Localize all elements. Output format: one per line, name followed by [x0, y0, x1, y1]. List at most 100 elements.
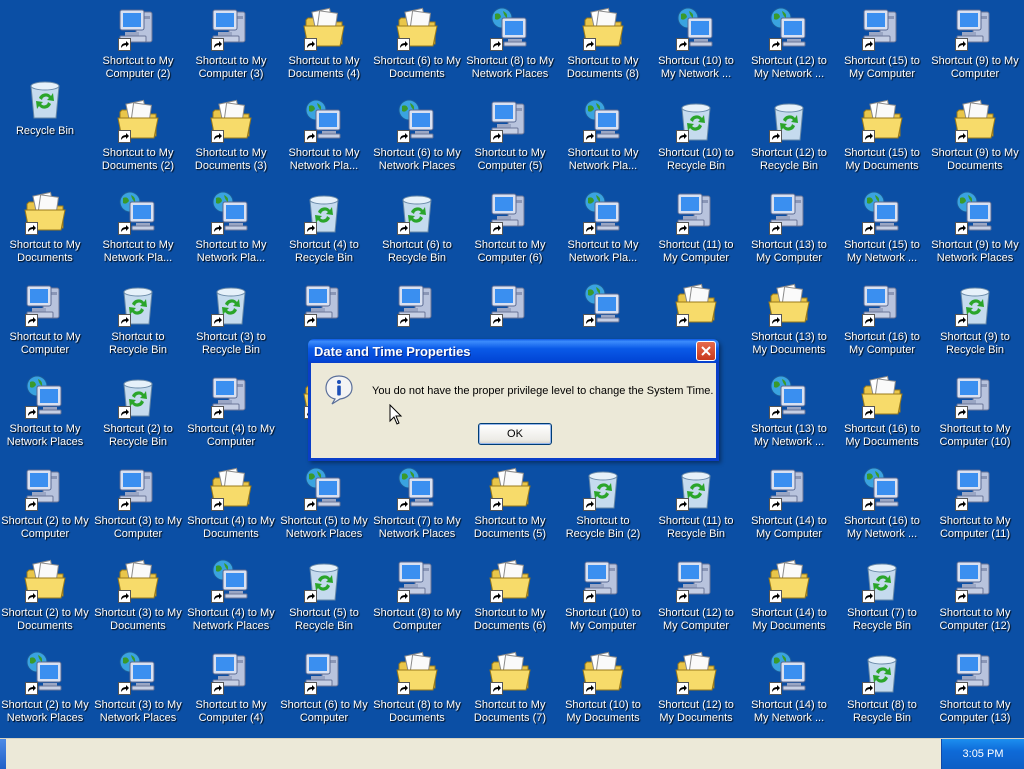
shortcut-arrow-icon: [490, 314, 503, 327]
start-button-edge[interactable]: [0, 739, 6, 769]
desktop-shortcut[interactable]: Shortcut (16) to My Network ...: [836, 460, 928, 546]
desktop-shortcut[interactable]: Shortcut (11) to My Computer: [650, 184, 742, 270]
desktop-shortcut[interactable]: Shortcut to Recycle Bin: [92, 276, 184, 362]
recycle-icon: [672, 96, 720, 144]
desktop-shortcut[interactable]: Shortcut (2) to Recycle Bin: [92, 368, 184, 454]
ok-button[interactable]: OK: [478, 423, 552, 445]
desktop-shortcut[interactable]: Shortcut (8) to My Computer: [371, 552, 463, 638]
icon-label: Shortcut (14) to My Documents: [751, 607, 827, 632]
desktop-shortcut[interactable]: Shortcut (8) to My Network Places: [464, 0, 556, 86]
desktop-shortcut[interactable]: Shortcut (3) to My Network Places: [92, 644, 184, 730]
desktop-shortcut[interactable]: Shortcut (4) to My Network Places: [185, 552, 277, 638]
desktop-shortcut[interactable]: Shortcut to My Computer (10): [929, 368, 1021, 454]
desktop-shortcut[interactable]: Shortcut (10) to Recycle Bin: [650, 92, 742, 178]
shortcut-arrow-icon: [676, 130, 689, 143]
desktop-shortcut[interactable]: Shortcut (5) to Recycle Bin: [278, 552, 370, 638]
desktop-shortcut[interactable]: Shortcut (3) to My Documents: [92, 552, 184, 638]
desktop-shortcut[interactable]: Shortcut (8) to My Documents: [371, 644, 463, 730]
desktop-shortcut[interactable]: Shortcut to My Documents (6): [464, 552, 556, 638]
network-icon: [393, 464, 441, 512]
desktop-shortcut[interactable]: Shortcut to My Network Pla...: [278, 92, 370, 178]
desktop-shortcut[interactable]: Shortcut to My Documents (3): [185, 92, 277, 178]
desktop-shortcut[interactable]: Shortcut (4) to My Computer: [185, 368, 277, 454]
desktop-shortcut[interactable]: Shortcut to My Network Places: [0, 368, 91, 454]
close-button[interactable]: [696, 341, 716, 361]
desktop-shortcut[interactable]: Shortcut (3) to Recycle Bin: [185, 276, 277, 362]
recycle-icon: [393, 188, 441, 236]
desktop-shortcut[interactable]: Shortcut (14) to My Documents: [743, 552, 835, 638]
desktop-shortcut[interactable]: Shortcut (5) to My Network Places: [278, 460, 370, 546]
desktop-shortcut[interactable]: Shortcut (4) to Recycle Bin: [278, 184, 370, 270]
desktop-shortcut[interactable]: Shortcut (3) to My Computer: [92, 460, 184, 546]
desktop-shortcut[interactable]: Shortcut to My Documents (7): [464, 644, 556, 730]
desktop-shortcut[interactable]: Shortcut (6) to Recycle Bin: [371, 184, 463, 270]
desktop-shortcut[interactable]: Shortcut to My Computer (12): [929, 552, 1021, 638]
desktop-shortcut[interactable]: Shortcut (14) to My Network ...: [743, 644, 835, 730]
desktop-shortcut[interactable]: Shortcut to My Documents (8): [557, 0, 649, 86]
desktop-shortcut[interactable]: Shortcut to My Computer (13): [929, 644, 1021, 730]
desktop-shortcut[interactable]: Shortcut to My Documents (2): [92, 92, 184, 178]
desktop-shortcut[interactable]: Shortcut (9) to My Computer: [929, 0, 1021, 86]
desktop-shortcut[interactable]: Shortcut to My Network Pla...: [557, 184, 649, 270]
shortcut-arrow-icon: [118, 498, 131, 511]
desktop-shortcut[interactable]: Shortcut (10) to My Network ...: [650, 0, 742, 86]
recycle-icon: [951, 280, 999, 328]
desktop-shortcut[interactable]: Shortcut to My Computer: [0, 276, 91, 362]
desktop-shortcut[interactable]: Shortcut to My Computer (2): [92, 0, 184, 86]
desktop-shortcut[interactable]: Shortcut (9) to My Network Places: [929, 184, 1021, 270]
desktop-shortcut[interactable]: Shortcut (16) to My Computer: [836, 276, 928, 362]
desktop-shortcut[interactable]: Shortcut (16) to My Documents: [836, 368, 928, 454]
desktop-shortcut[interactable]: Shortcut (6) to My Computer: [278, 644, 370, 730]
desktop-shortcut[interactable]: Shortcut to My Computer (4): [185, 644, 277, 730]
desktop-shortcut[interactable]: Shortcut (15) to My Computer: [836, 0, 928, 86]
desktop-shortcut[interactable]: Shortcut (15) to My Network ...: [836, 184, 928, 270]
dialog-titlebar[interactable]: Date and Time Properties: [308, 339, 719, 363]
desktop-shortcut[interactable]: Shortcut (6) to My Network Places: [371, 92, 463, 178]
desktop-shortcut[interactable]: Shortcut (12) to My Network ...: [743, 0, 835, 86]
desktop-shortcut[interactable]: Shortcut (11) to Recycle Bin: [650, 460, 742, 546]
desktop-shortcut[interactable]: Shortcut to My Network Pla...: [557, 92, 649, 178]
desktop-shortcut[interactable]: Shortcut (10) to My Documents: [557, 644, 649, 730]
desktop-shortcut[interactable]: Shortcut (4) to My Documents: [185, 460, 277, 546]
network-icon: [207, 556, 255, 604]
desktop-shortcut[interactable]: Shortcut (13) to My Computer: [743, 184, 835, 270]
desktop-shortcut[interactable]: Shortcut to My Network Pla...: [92, 184, 184, 270]
desktop-shortcut[interactable]: Shortcut (2) to My Computer: [0, 460, 91, 546]
desktop-shortcut[interactable]: Shortcut (6) to My Documents: [371, 0, 463, 86]
desktop-shortcut[interactable]: Shortcut (13) to My Network ...: [743, 368, 835, 454]
desktop-shortcut[interactable]: Shortcut (7) to My Network Places: [371, 460, 463, 546]
documents-icon: [207, 464, 255, 512]
network-icon: [207, 188, 255, 236]
desktop-shortcut[interactable]: Shortcut to My Network Pla...: [185, 184, 277, 270]
desktop-shortcut[interactable]: Shortcut (13) to My Documents: [743, 276, 835, 362]
desktop-shortcut[interactable]: Shortcut to My Computer (6): [464, 184, 556, 270]
desktop-shortcut[interactable]: Shortcut (2) to My Network Places: [0, 644, 91, 730]
desktop-shortcut[interactable]: Shortcut to My Documents: [0, 184, 91, 270]
shortcut-arrow-icon: [583, 498, 596, 511]
desktop-shortcut[interactable]: Shortcut to My Computer (11): [929, 460, 1021, 546]
network-icon: [765, 372, 813, 420]
desktop-shortcut[interactable]: Shortcut (12) to My Documents: [650, 644, 742, 730]
desktop-shortcut[interactable]: Shortcut (12) to Recycle Bin: [743, 92, 835, 178]
computer-icon: [486, 280, 534, 328]
shortcut-arrow-icon: [118, 590, 131, 603]
desktop-shortcut[interactable]: Shortcut to Recycle Bin (2): [557, 460, 649, 546]
desktop-shortcut[interactable]: Shortcut to My Computer (3): [185, 0, 277, 86]
desktop-shortcut[interactable]: Shortcut (9) to Recycle Bin: [929, 276, 1021, 362]
desktop-shortcut[interactable]: Shortcut to My Computer (5): [464, 92, 556, 178]
desktop-shortcut[interactable]: Shortcut (8) to Recycle Bin: [836, 644, 928, 730]
desktop-icon-recycle-bin[interactable]: Recycle Bin: [0, 70, 91, 156]
desktop-shortcut[interactable]: Shortcut (14) to My Computer: [743, 460, 835, 546]
desktop-shortcut[interactable]: Shortcut (9) to My Documents: [929, 92, 1021, 178]
desktop-shortcut[interactable]: Shortcut (2) to My Documents: [0, 552, 91, 638]
desktop-shortcut[interactable]: Shortcut to My Documents (4): [278, 0, 370, 86]
desktop-shortcut[interactable]: Shortcut (7) to Recycle Bin: [836, 552, 928, 638]
shortcut-arrow-icon: [583, 222, 596, 235]
desktop-shortcut[interactable]: Shortcut (12) to My Computer: [650, 552, 742, 638]
desktop-shortcut[interactable]: Shortcut to My Documents (5): [464, 460, 556, 546]
clock[interactable]: 3:05 PM: [963, 748, 1004, 760]
network-icon: [393, 96, 441, 144]
desktop-shortcut[interactable]: Shortcut (10) to My Computer: [557, 552, 649, 638]
desktop-shortcut[interactable]: Shortcut (15) to My Documents: [836, 92, 928, 178]
icon-label: Shortcut to My Computer (3): [195, 55, 267, 80]
